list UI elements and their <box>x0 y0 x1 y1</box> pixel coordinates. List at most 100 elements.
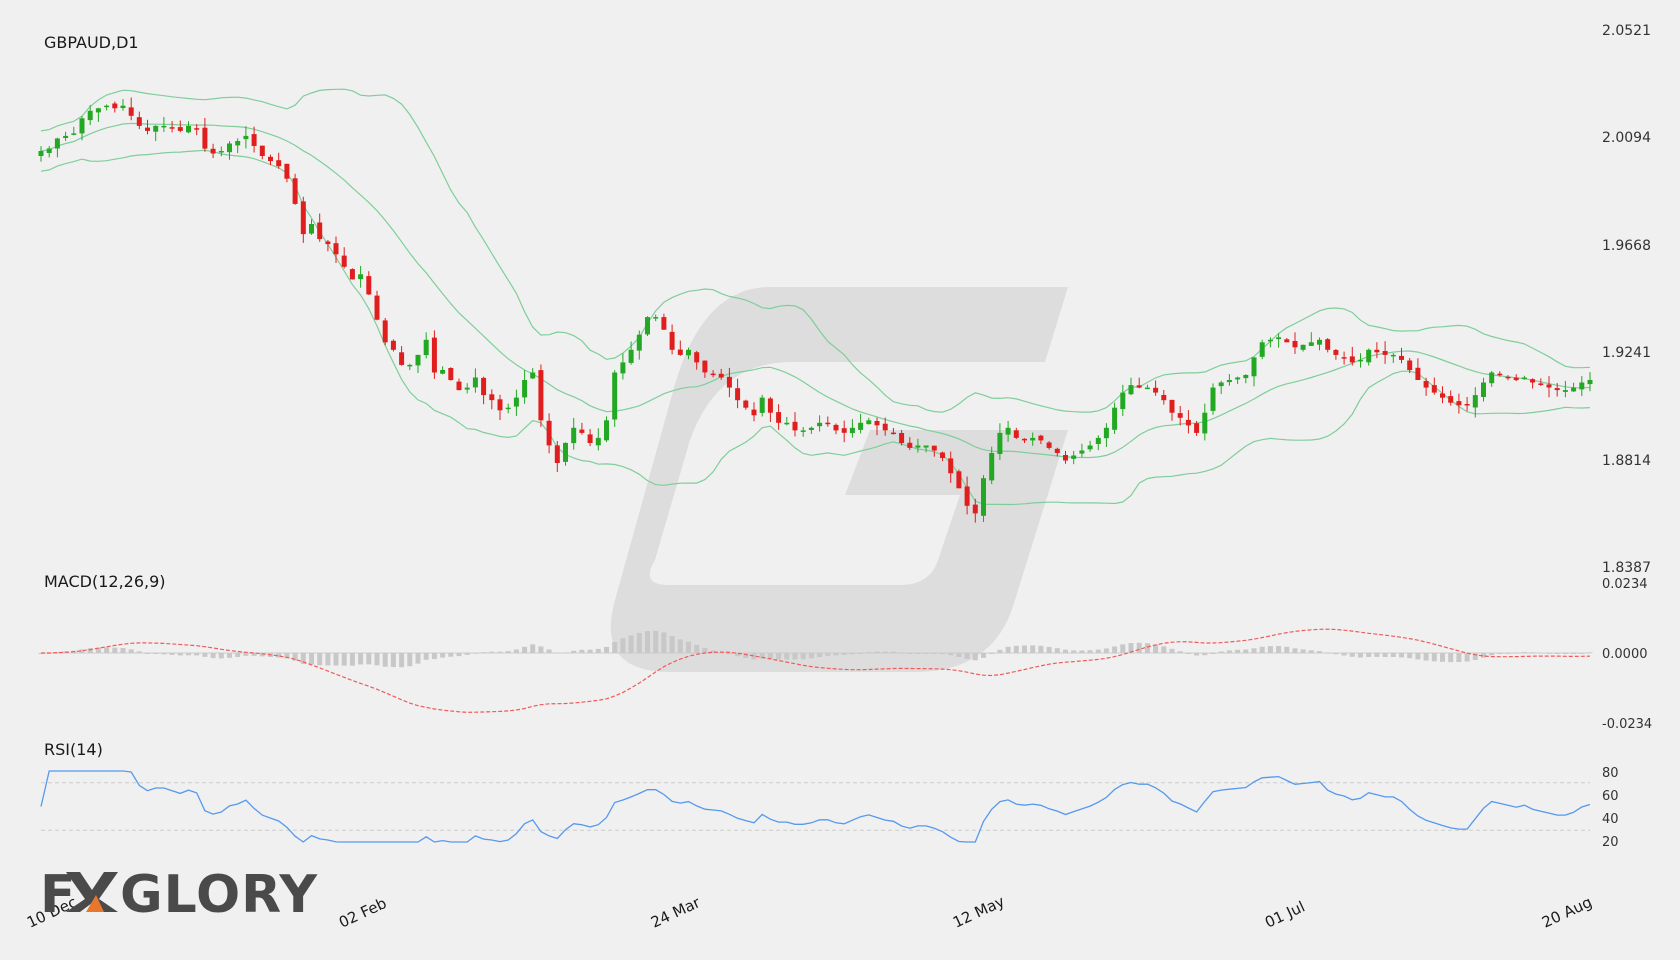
macd-histogram-bar <box>767 653 773 659</box>
macd-histogram-bar <box>1046 646 1052 653</box>
candle-body <box>1128 385 1134 395</box>
candle-body <box>1407 360 1413 370</box>
candle-body <box>1358 359 1363 362</box>
candle-body <box>407 364 413 367</box>
candle-body <box>825 422 831 425</box>
macd-histogram-bar <box>1440 653 1445 662</box>
candle-body <box>38 151 44 156</box>
macd-histogram-bar <box>522 646 528 653</box>
macd-histogram-bar <box>571 650 577 653</box>
macd-histogram-bar <box>1505 652 1511 654</box>
candle-body <box>1169 399 1175 413</box>
candle-body <box>194 128 200 130</box>
macd-histogram-bar <box>604 646 609 653</box>
candle-body <box>120 105 126 108</box>
candle-body <box>874 421 880 426</box>
macd-histogram-bar <box>702 647 708 653</box>
candle-body <box>1333 350 1339 355</box>
candle-body <box>653 317 659 319</box>
candle-body <box>1267 339 1273 342</box>
candle-body <box>1538 383 1544 385</box>
candle-body <box>981 478 986 516</box>
candle-body <box>604 420 609 441</box>
candle-body <box>538 370 544 421</box>
candle-body <box>1521 377 1527 380</box>
x-tick-label: 12 May <box>950 892 1007 932</box>
macd-histogram-bar <box>923 653 929 654</box>
candle-body <box>136 117 142 126</box>
candle-body <box>259 145 265 156</box>
candle-body <box>71 133 77 135</box>
macd-histogram-bar <box>1587 652 1593 654</box>
candle-body <box>743 400 749 408</box>
candle-body <box>587 434 593 443</box>
macd-histogram-bar <box>1054 648 1060 653</box>
x-tick-label: 24 Mar <box>648 893 704 932</box>
candle-body <box>251 134 257 146</box>
candle-body <box>333 243 339 255</box>
macd-histogram-bar <box>1341 653 1347 656</box>
candle-body <box>390 340 396 350</box>
macd-histogram-bar <box>1022 645 1027 653</box>
candle-body <box>1226 380 1232 383</box>
candle-body <box>145 127 150 131</box>
macd-histogram-bar <box>112 647 118 653</box>
macd-histogram-bar <box>940 653 945 655</box>
candle-body <box>1513 377 1519 381</box>
candle-body <box>1374 349 1380 353</box>
macd-histogram-bar <box>374 653 380 666</box>
candle-body <box>767 398 773 413</box>
candle-body <box>1177 413 1183 418</box>
candle-body <box>1554 388 1560 391</box>
macd-histogram-bar <box>1317 651 1322 653</box>
macd-histogram-bar <box>1284 646 1290 653</box>
candle-body <box>210 148 216 154</box>
candle-body <box>636 334 642 351</box>
candle-body <box>366 276 372 295</box>
macd-histogram-bar <box>1013 645 1019 653</box>
macd-histogram-bar <box>628 635 634 653</box>
candle-body <box>1095 437 1101 444</box>
candle-body <box>497 399 503 411</box>
candle-body <box>464 387 470 390</box>
macd-histogram-bar <box>423 653 429 660</box>
candle-body <box>1276 337 1282 340</box>
macd-histogram-bar <box>1103 648 1109 653</box>
candle-body <box>776 412 782 423</box>
macd-histogram-bar <box>1226 650 1232 653</box>
macd-histogram-bar <box>1497 653 1503 654</box>
candle-body <box>374 295 380 320</box>
candle-body <box>481 377 487 396</box>
macd-histogram-bar <box>472 652 478 654</box>
candle-body <box>1292 341 1298 348</box>
main-y-axis: 2.0521 2.0094 1.9668 1.9241 1.8814 1.838… <box>1602 23 1651 576</box>
candle-body <box>1161 395 1167 401</box>
macd-histogram-bar <box>661 632 667 653</box>
candle-body <box>202 127 208 149</box>
macd-histogram-bar <box>464 653 470 655</box>
candle-body <box>710 373 716 376</box>
macd-y-axis: 0.0234 0.0000 -0.0234 <box>1602 577 1652 732</box>
candle-body <box>726 376 732 388</box>
macd-histogram-bar <box>546 649 552 653</box>
candle-body <box>571 427 577 444</box>
macd-histogram-bar <box>505 651 511 653</box>
candle-body <box>1185 419 1191 426</box>
candle-body <box>186 125 191 133</box>
candle-body <box>1022 438 1027 441</box>
candle-body <box>686 349 691 356</box>
candle-body <box>54 138 60 149</box>
candle-body <box>931 445 937 451</box>
macd-histogram-bar <box>1161 646 1167 653</box>
macd-histogram-bar <box>1333 653 1339 655</box>
candle-body <box>694 352 700 363</box>
candle-body <box>751 409 757 416</box>
macd-histogram-bar <box>1521 652 1527 654</box>
macd-histogram-bar <box>1579 652 1585 654</box>
y-tick-label: 1.9668 <box>1602 238 1651 254</box>
candle-body <box>964 486 970 506</box>
candle-body <box>423 339 429 356</box>
macd-histogram-bar <box>177 653 183 656</box>
candle-body <box>989 453 995 481</box>
candle-body <box>169 127 175 129</box>
